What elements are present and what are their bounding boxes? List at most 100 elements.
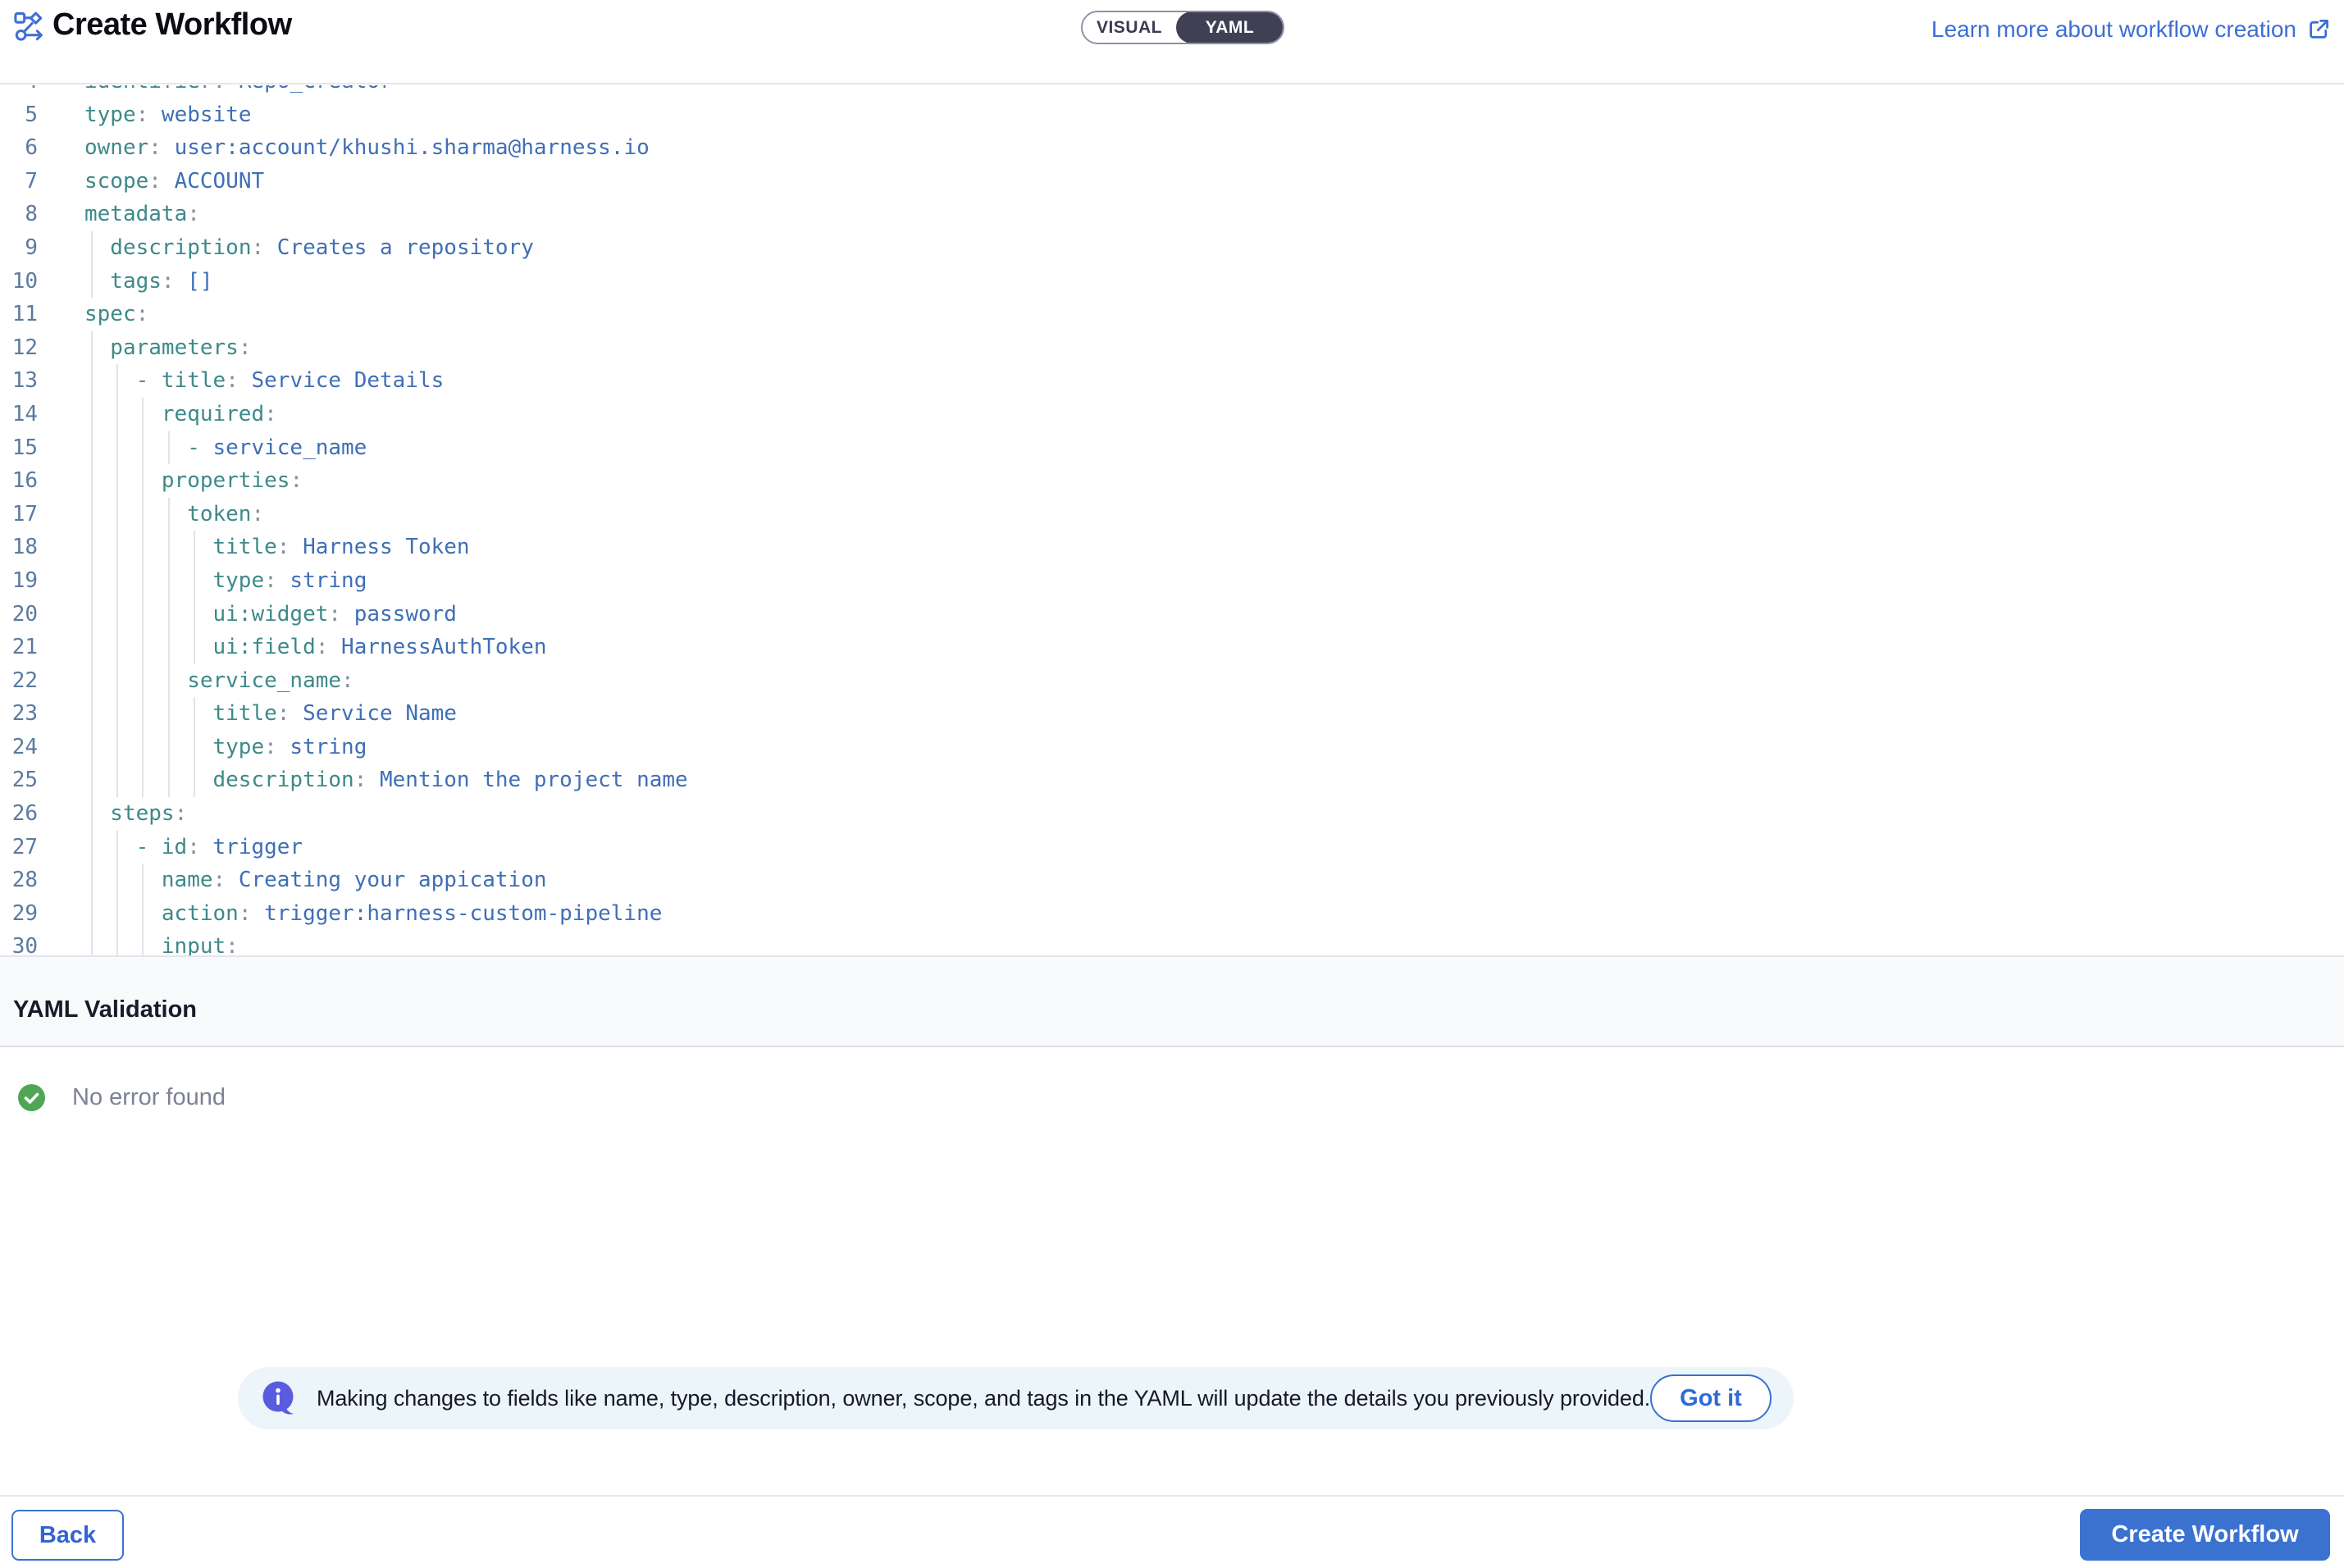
create-workflow-button[interactable]: Create Workflow — [2080, 1509, 2330, 1561]
yaml-line-27[interactable]: 27- id: trigger — [0, 831, 2344, 864]
yaml-line-23[interactable]: 23title: Service Name — [0, 697, 2344, 731]
indent-guide — [194, 531, 195, 564]
yaml-lines: 4 identifier: Repo_Creator5type: website6… — [0, 85, 2344, 955]
indent-guide — [168, 631, 170, 664]
view-mode-toggle[interactable]: VISUAL YAML — [1081, 11, 1284, 44]
yaml-line-content: service_name: — [187, 664, 354, 698]
indent-guide — [168, 564, 170, 598]
info-banner: Making changes to fields like name, type… — [238, 1367, 1794, 1429]
indent-guide — [91, 731, 93, 764]
yaml-line-content: description: Creates a repository — [110, 231, 534, 265]
indent-guide — [168, 431, 170, 465]
indent-guide — [168, 697, 170, 731]
yaml-line-11[interactable]: 11 spec: — [0, 298, 2344, 331]
yaml-line-24[interactable]: 24type: string — [0, 731, 2344, 764]
info-bubble-icon — [261, 1380, 297, 1416]
line-number: 7 — [0, 165, 38, 198]
line-number: 27 — [0, 831, 38, 864]
yaml-line-20[interactable]: 20ui:widget: password — [0, 598, 2344, 631]
indent-guide — [142, 697, 144, 731]
yaml-line-26[interactable]: 26steps: — [0, 797, 2344, 831]
yaml-line-7[interactable]: 7scope: ACCOUNT — [0, 165, 2344, 198]
yaml-line-content: identifier: Repo_Creator — [84, 85, 393, 98]
yaml-line-14[interactable]: 14 required: — [0, 398, 2344, 431]
yaml-line-8[interactable]: 8metadata: — [0, 198, 2344, 231]
check-circle-icon — [18, 1084, 45, 1111]
yaml-line-4[interactable]: 4 identifier: Repo_Creator — [0, 85, 2344, 98]
indent-guide — [142, 464, 144, 498]
yaml-line-16[interactable]: 16properties: — [0, 464, 2344, 498]
line-number: 29 — [0, 897, 38, 931]
indent-guide — [194, 731, 195, 764]
yaml-line-content: steps: — [110, 797, 187, 831]
yaml-line-13[interactable]: 13- title: Service Details — [0, 364, 2344, 398]
indent-guide — [142, 564, 144, 598]
yaml-validation-section: YAML Validation — [0, 955, 2344, 1047]
yaml-validation-heading: YAML Validation — [13, 996, 197, 1023]
line-number: 25 — [0, 763, 38, 797]
line-number: 18 — [0, 531, 38, 564]
yaml-line-15[interactable]: 15 - service_name — [0, 431, 2344, 465]
yaml-line-30[interactable]: 30input: — [0, 930, 2344, 955]
line-number: 14 — [0, 398, 38, 431]
yaml-line-18[interactable]: 18title: Harness Token — [0, 531, 2344, 564]
indent-guide — [194, 763, 195, 797]
workflow-icon — [14, 10, 45, 41]
line-number: 30 — [0, 930, 38, 955]
yaml-line-10[interactable]: 10tags: [] — [0, 265, 2344, 299]
toggle-option-visual[interactable]: VISUAL — [1083, 12, 1176, 43]
yaml-line-19[interactable]: 19type: string — [0, 564, 2344, 598]
toggle-option-yaml[interactable]: YAML — [1176, 11, 1284, 43]
indent-guide — [91, 464, 93, 498]
indent-guide — [168, 498, 170, 531]
got-it-button[interactable]: Got it — [1650, 1374, 1772, 1422]
yaml-line-22[interactable]: 22 service_name: — [0, 664, 2344, 698]
yaml-line-25[interactable]: 25description: Mention the project name — [0, 763, 2344, 797]
indent-guide — [194, 697, 195, 731]
indent-guide — [91, 831, 93, 864]
footer-bar: Back Create Workflow — [0, 1495, 2344, 1568]
yaml-line-6[interactable]: 6owner: user:account/khushi.sharma@harne… — [0, 131, 2344, 165]
line-number: 15 — [0, 431, 38, 465]
indent-guide — [116, 831, 118, 864]
yaml-line-29[interactable]: 29 action: trigger:harness-custom-pipelin… — [0, 897, 2344, 931]
indent-guide — [194, 598, 195, 631]
line-number: 10 — [0, 265, 38, 299]
indent-guide — [116, 897, 118, 931]
indent-guide — [142, 398, 144, 431]
indent-guide — [168, 763, 170, 797]
indent-guide — [91, 531, 93, 564]
indent-guide — [91, 431, 93, 465]
back-button[interactable]: Back — [11, 1510, 124, 1561]
line-number: 9 — [0, 231, 38, 265]
line-number: 12 — [0, 331, 38, 365]
yaml-line-12[interactable]: 12parameters: — [0, 331, 2344, 365]
yaml-line-17[interactable]: 17token: — [0, 498, 2344, 531]
yaml-line-content: - service_name — [187, 431, 367, 465]
yaml-line-5[interactable]: 5type: website — [0, 98, 2344, 132]
yaml-line-9[interactable]: 9 description: Creates a repository — [0, 231, 2344, 265]
learn-more-link[interactable]: Learn more about workflow creation — [1931, 13, 2331, 46]
indent-guide — [142, 631, 144, 664]
indent-guide — [116, 464, 118, 498]
line-number: 8 — [0, 198, 38, 231]
indent-guide — [116, 531, 118, 564]
line-number: 5 — [0, 98, 38, 132]
indent-guide — [142, 531, 144, 564]
indent-guide — [116, 664, 118, 698]
line-number: 21 — [0, 631, 38, 664]
indent-guide — [168, 731, 170, 764]
indent-guide — [116, 431, 118, 465]
line-number: 11 — [0, 298, 38, 331]
indent-guide — [142, 763, 144, 797]
yaml-line-content: spec: — [84, 298, 148, 331]
yaml-line-content: ui:field: HarnessAuthToken — [213, 631, 547, 664]
indent-guide — [116, 731, 118, 764]
line-number: 4 — [0, 85, 38, 98]
yaml-line-content: action: trigger:harness-custom-pipeline — [162, 897, 662, 931]
yaml-line-28[interactable]: 28name: Creating your appication — [0, 864, 2344, 897]
yaml-editor[interactable]: 4 identifier: Repo_Creator5type: website6… — [0, 85, 2344, 955]
line-number: 22 — [0, 664, 38, 698]
yaml-line-content: required: — [162, 398, 277, 431]
yaml-line-21[interactable]: 21 ui:field: HarnessAuthToken — [0, 631, 2344, 664]
